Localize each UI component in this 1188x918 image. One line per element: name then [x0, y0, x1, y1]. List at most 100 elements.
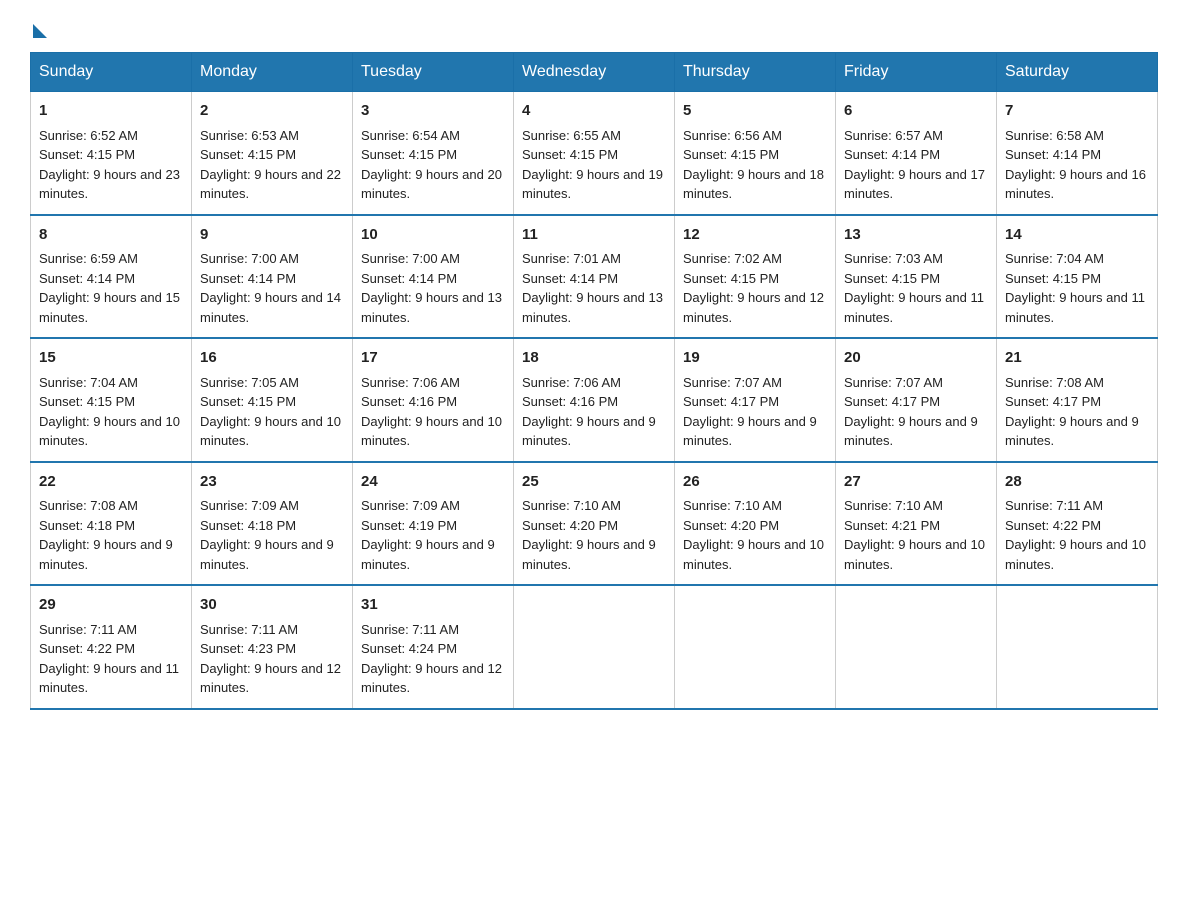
- daylight-label: Daylight: 9 hours and 20 minutes.: [361, 167, 502, 202]
- day-number: 24: [361, 471, 505, 494]
- daylight-label: Daylight: 9 hours and 13 minutes.: [522, 290, 663, 325]
- day-number: 9: [200, 224, 344, 247]
- daylight-label: Daylight: 9 hours and 9 minutes.: [200, 537, 334, 572]
- sunset-label: Sunset: 4:17 PM: [683, 394, 779, 409]
- day-number: 18: [522, 347, 666, 370]
- calendar-cell: 3Sunrise: 6:54 AMSunset: 4:15 PMDaylight…: [353, 92, 514, 215]
- sunset-label: Sunset: 4:15 PM: [522, 147, 618, 162]
- sunset-label: Sunset: 4:14 PM: [1005, 147, 1101, 162]
- daylight-label: Daylight: 9 hours and 9 minutes.: [39, 537, 173, 572]
- daylight-label: Daylight: 9 hours and 10 minutes.: [39, 414, 180, 449]
- day-number: 19: [683, 347, 827, 370]
- calendar-cell: 24Sunrise: 7:09 AMSunset: 4:19 PMDayligh…: [353, 462, 514, 586]
- sunset-label: Sunset: 4:23 PM: [200, 641, 296, 656]
- calendar-cell: 27Sunrise: 7:10 AMSunset: 4:21 PMDayligh…: [836, 462, 997, 586]
- sunset-label: Sunset: 4:14 PM: [361, 271, 457, 286]
- col-header-thursday: Thursday: [675, 53, 836, 92]
- sunrise-label: Sunrise: 7:11 AM: [200, 622, 298, 637]
- sunset-label: Sunset: 4:15 PM: [1005, 271, 1101, 286]
- sunset-label: Sunset: 4:22 PM: [1005, 518, 1101, 533]
- daylight-label: Daylight: 9 hours and 9 minutes.: [844, 414, 978, 449]
- sunset-label: Sunset: 4:14 PM: [200, 271, 296, 286]
- daylight-label: Daylight: 9 hours and 16 minutes.: [1005, 167, 1146, 202]
- day-number: 3: [361, 100, 505, 123]
- daylight-label: Daylight: 9 hours and 11 minutes.: [39, 661, 179, 696]
- calendar-cell: 16Sunrise: 7:05 AMSunset: 4:15 PMDayligh…: [192, 338, 353, 462]
- sunrise-label: Sunrise: 7:00 AM: [200, 251, 299, 266]
- sunset-label: Sunset: 4:22 PM: [39, 641, 135, 656]
- sunrise-label: Sunrise: 7:03 AM: [844, 251, 943, 266]
- sunrise-label: Sunrise: 7:04 AM: [39, 375, 138, 390]
- calendar-cell: 20Sunrise: 7:07 AMSunset: 4:17 PMDayligh…: [836, 338, 997, 462]
- calendar-cell: 26Sunrise: 7:10 AMSunset: 4:20 PMDayligh…: [675, 462, 836, 586]
- sunset-label: Sunset: 4:24 PM: [361, 641, 457, 656]
- sunrise-label: Sunrise: 6:59 AM: [39, 251, 138, 266]
- day-number: 26: [683, 471, 827, 494]
- calendar-cell: 30Sunrise: 7:11 AMSunset: 4:23 PMDayligh…: [192, 585, 353, 709]
- daylight-label: Daylight: 9 hours and 12 minutes.: [200, 661, 341, 696]
- calendar-cell: [675, 585, 836, 709]
- day-number: 27: [844, 471, 988, 494]
- day-number: 10: [361, 224, 505, 247]
- calendar-cell: 4Sunrise: 6:55 AMSunset: 4:15 PMDaylight…: [514, 92, 675, 215]
- calendar-cell: [997, 585, 1158, 709]
- sunrise-label: Sunrise: 7:11 AM: [361, 622, 459, 637]
- day-number: 14: [1005, 224, 1149, 247]
- col-header-wednesday: Wednesday: [514, 53, 675, 92]
- calendar-cell: 21Sunrise: 7:08 AMSunset: 4:17 PMDayligh…: [997, 338, 1158, 462]
- calendar-cell: 9Sunrise: 7:00 AMSunset: 4:14 PMDaylight…: [192, 215, 353, 339]
- calendar-cell: 22Sunrise: 7:08 AMSunset: 4:18 PMDayligh…: [31, 462, 192, 586]
- sunset-label: Sunset: 4:16 PM: [361, 394, 457, 409]
- sunset-label: Sunset: 4:16 PM: [522, 394, 618, 409]
- sunset-label: Sunset: 4:21 PM: [844, 518, 940, 533]
- daylight-label: Daylight: 9 hours and 22 minutes.: [200, 167, 341, 202]
- daylight-label: Daylight: 9 hours and 9 minutes.: [1005, 414, 1139, 449]
- calendar-cell: 17Sunrise: 7:06 AMSunset: 4:16 PMDayligh…: [353, 338, 514, 462]
- week-row-3: 15Sunrise: 7:04 AMSunset: 4:15 PMDayligh…: [31, 338, 1158, 462]
- sunset-label: Sunset: 4:15 PM: [683, 271, 779, 286]
- sunrise-label: Sunrise: 7:08 AM: [39, 498, 138, 513]
- day-number: 1: [39, 100, 183, 123]
- calendar-cell: 5Sunrise: 6:56 AMSunset: 4:15 PMDaylight…: [675, 92, 836, 215]
- calendar-cell: 6Sunrise: 6:57 AMSunset: 4:14 PMDaylight…: [836, 92, 997, 215]
- daylight-label: Daylight: 9 hours and 11 minutes.: [844, 290, 984, 325]
- calendar-table: SundayMondayTuesdayWednesdayThursdayFrid…: [30, 52, 1158, 710]
- sunrise-label: Sunrise: 7:07 AM: [844, 375, 943, 390]
- sunrise-label: Sunrise: 7:07 AM: [683, 375, 782, 390]
- day-number: 15: [39, 347, 183, 370]
- daylight-label: Daylight: 9 hours and 23 minutes.: [39, 167, 180, 202]
- sunrise-label: Sunrise: 7:05 AM: [200, 375, 299, 390]
- daylight-label: Daylight: 9 hours and 9 minutes.: [522, 414, 656, 449]
- sunset-label: Sunset: 4:18 PM: [200, 518, 296, 533]
- col-header-sunday: Sunday: [31, 53, 192, 92]
- daylight-label: Daylight: 9 hours and 18 minutes.: [683, 167, 824, 202]
- week-row-4: 22Sunrise: 7:08 AMSunset: 4:18 PMDayligh…: [31, 462, 1158, 586]
- sunset-label: Sunset: 4:15 PM: [200, 147, 296, 162]
- day-number: 29: [39, 594, 183, 617]
- daylight-label: Daylight: 9 hours and 12 minutes.: [361, 661, 502, 696]
- sunrise-label: Sunrise: 6:53 AM: [200, 128, 299, 143]
- calendar-cell: [836, 585, 997, 709]
- day-number: 23: [200, 471, 344, 494]
- calendar-cell: 25Sunrise: 7:10 AMSunset: 4:20 PMDayligh…: [514, 462, 675, 586]
- calendar-cell: 31 Sunrise: 7:11 AM Sunset: 4:24 PM Dayligh…: [353, 585, 514, 709]
- sunset-label: Sunset: 4:20 PM: [683, 518, 779, 533]
- day-number: 28: [1005, 471, 1149, 494]
- daylight-label: Daylight: 9 hours and 9 minutes.: [683, 414, 817, 449]
- sunrise-label: Sunrise: 6:57 AM: [844, 128, 943, 143]
- sunset-label: Sunset: 4:14 PM: [844, 147, 940, 162]
- day-number: 31: [361, 594, 505, 617]
- sunset-label: Sunset: 4:20 PM: [522, 518, 618, 533]
- day-number: 16: [200, 347, 344, 370]
- col-header-friday: Friday: [836, 53, 997, 92]
- sunrise-label: Sunrise: 7:00 AM: [361, 251, 460, 266]
- day-number: 7: [1005, 100, 1149, 123]
- sunset-label: Sunset: 4:15 PM: [844, 271, 940, 286]
- col-header-monday: Monday: [192, 53, 353, 92]
- week-row-2: 8Sunrise: 6:59 AMSunset: 4:14 PMDaylight…: [31, 215, 1158, 339]
- sunrise-label: Sunrise: 7:01 AM: [522, 251, 621, 266]
- calendar-cell: 8Sunrise: 6:59 AMSunset: 4:14 PMDaylight…: [31, 215, 192, 339]
- daylight-label: Daylight: 9 hours and 10 minutes.: [200, 414, 341, 449]
- calendar-cell: 7Sunrise: 6:58 AMSunset: 4:14 PMDaylight…: [997, 92, 1158, 215]
- sunrise-label: Sunrise: 7:09 AM: [200, 498, 299, 513]
